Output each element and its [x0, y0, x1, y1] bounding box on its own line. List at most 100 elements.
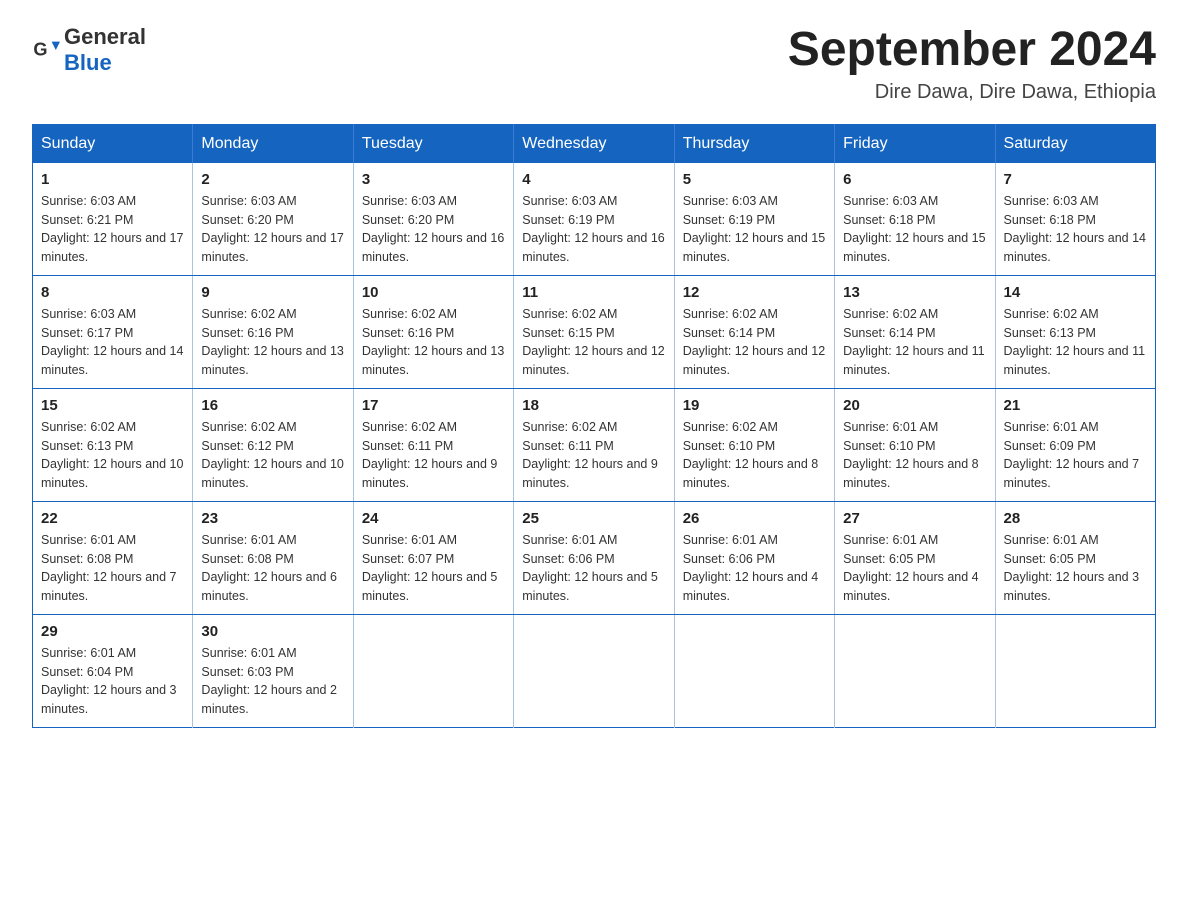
- day-number: 12: [683, 284, 826, 301]
- day-info: Sunrise: 6:03 AMSunset: 6:20 PMDaylight:…: [201, 192, 344, 267]
- day-info: Sunrise: 6:02 AMSunset: 6:11 PMDaylight:…: [522, 418, 665, 493]
- weekday-header: Tuesday: [353, 124, 513, 163]
- day-number: 28: [1004, 510, 1147, 527]
- calendar-cell: 23 Sunrise: 6:01 AMSunset: 6:08 PMDayligh…: [193, 501, 353, 614]
- calendar-cell: 26 Sunrise: 6:01 AMSunset: 6:06 PMDayligh…: [674, 501, 834, 614]
- day-number: 6: [843, 171, 986, 188]
- day-info: Sunrise: 6:03 AMSunset: 6:19 PMDaylight:…: [683, 192, 826, 267]
- calendar-cell: 10Sunrise: 6:02 AMSunset: 6:16 PMDayligh…: [353, 275, 513, 388]
- day-number: 9: [201, 284, 344, 301]
- calendar-week-row: 29 Sunrise: 6:01 AMSunset: 6:04 PMDayligh…: [33, 614, 1156, 727]
- calendar-cell: [835, 614, 995, 727]
- calendar-cell: [353, 614, 513, 727]
- calendar-cell: 22Sunrise: 6:01 AMSunset: 6:08 PMDayligh…: [33, 501, 193, 614]
- calendar-cell: [674, 614, 834, 727]
- weekday-header: Saturday: [995, 124, 1155, 163]
- calendar-cell: 6 Sunrise: 6:03 AMSunset: 6:18 PMDaylight…: [835, 163, 995, 276]
- day-number: 22: [41, 510, 184, 527]
- calendar-week-row: 22 Sunrise: 6:01 AMSunset: 6:08 PMDayligh…: [33, 501, 1156, 614]
- day-number: 11: [522, 284, 665, 301]
- calendar-cell: 9 Sunrise: 6:02 AMSunset: 6:16 PMDaylight…: [193, 275, 353, 388]
- calendar-cell: 21Sunrise: 6:01 AMSunset: 6:09 PMDayligh…: [995, 388, 1155, 501]
- calendar-cell: 5Sunrise: 6:03 AMSunset: 6:19 PMDaylight…: [674, 163, 834, 276]
- day-info: Sunrise: 6:03 AMSunset: 6:20 PMDaylight:…: [362, 192, 505, 267]
- day-number: 13: [843, 284, 986, 301]
- day-number: 25: [522, 510, 665, 527]
- day-number: 2: [201, 171, 344, 188]
- day-number: 15: [41, 397, 184, 414]
- day-number: 3: [362, 171, 505, 188]
- day-number: 20: [843, 397, 986, 414]
- weekday-header: Sunday: [33, 124, 193, 163]
- day-number: 16: [201, 397, 344, 414]
- day-info: Sunrise: 6:02 AMSunset: 6:14 PMDaylight:…: [683, 305, 826, 380]
- calendar-cell: 16 Sunrise: 6:02 AMSunset: 6:12 PMDayligh…: [193, 388, 353, 501]
- weekday-header: Monday: [193, 124, 353, 163]
- calendar-cell: [995, 614, 1155, 727]
- day-number: 18: [522, 397, 665, 414]
- day-info: Sunrise: 6:02 AMSunset: 6:11 PMDaylight:…: [362, 418, 505, 493]
- calendar-cell: 15 Sunrise: 6:02 AMSunset: 6:13 PMDayligh…: [33, 388, 193, 501]
- calendar-cell: [514, 614, 674, 727]
- day-info: Sunrise: 6:02 AMSunset: 6:13 PMDaylight:…: [1004, 305, 1147, 380]
- calendar-cell: 3 Sunrise: 6:03 AMSunset: 6:20 PMDaylight…: [353, 163, 513, 276]
- calendar-cell: 8 Sunrise: 6:03 AMSunset: 6:17 PMDaylight…: [33, 275, 193, 388]
- day-info: Sunrise: 6:02 AMSunset: 6:15 PMDaylight:…: [522, 305, 665, 380]
- calendar-cell: 20Sunrise: 6:01 AMSunset: 6:10 PMDayligh…: [835, 388, 995, 501]
- day-info: Sunrise: 6:01 AMSunset: 6:03 PMDaylight:…: [201, 644, 344, 719]
- calendar-cell: 7 Sunrise: 6:03 AMSunset: 6:18 PMDaylight…: [995, 163, 1155, 276]
- day-info: Sunrise: 6:01 AMSunset: 6:07 PMDaylight:…: [362, 531, 505, 606]
- logo-text-general: General: [64, 24, 146, 49]
- day-number: 30: [201, 623, 344, 640]
- calendar-cell: 12 Sunrise: 6:02 AMSunset: 6:14 PMDayligh…: [674, 275, 834, 388]
- calendar-table: SundayMondayTuesdayWednesdayThursdayFrid…: [32, 124, 1156, 728]
- weekday-header-row: SundayMondayTuesdayWednesdayThursdayFrid…: [33, 124, 1156, 163]
- day-number: 19: [683, 397, 826, 414]
- calendar-cell: 17 Sunrise: 6:02 AMSunset: 6:11 PMDayligh…: [353, 388, 513, 501]
- weekday-header: Thursday: [674, 124, 834, 163]
- day-number: 1: [41, 171, 184, 188]
- calendar-cell: 1 Sunrise: 6:03 AMSunset: 6:21 PMDaylight…: [33, 163, 193, 276]
- day-number: 29: [41, 623, 184, 640]
- day-number: 4: [522, 171, 665, 188]
- day-info: Sunrise: 6:01 AMSunset: 6:05 PMDaylight:…: [1004, 531, 1147, 606]
- day-info: Sunrise: 6:03 AMSunset: 6:18 PMDaylight:…: [1004, 192, 1147, 267]
- day-info: Sunrise: 6:03 AMSunset: 6:17 PMDaylight:…: [41, 305, 184, 380]
- calendar-cell: 18 Sunrise: 6:02 AMSunset: 6:11 PMDayligh…: [514, 388, 674, 501]
- calendar-cell: 25Sunrise: 6:01 AMSunset: 6:06 PMDayligh…: [514, 501, 674, 614]
- month-year-title: September 2024: [788, 24, 1156, 77]
- calendar-cell: 30 Sunrise: 6:01 AMSunset: 6:03 PMDayligh…: [193, 614, 353, 727]
- day-number: 8: [41, 284, 184, 301]
- day-info: Sunrise: 6:02 AMSunset: 6:12 PMDaylight:…: [201, 418, 344, 493]
- day-info: Sunrise: 6:02 AMSunset: 6:16 PMDaylight:…: [201, 305, 344, 380]
- day-number: 27: [843, 510, 986, 527]
- calendar-week-row: 8 Sunrise: 6:03 AMSunset: 6:17 PMDaylight…: [33, 275, 1156, 388]
- calendar-cell: 14 Sunrise: 6:02 AMSunset: 6:13 PMDayligh…: [995, 275, 1155, 388]
- calendar-cell: 13 Sunrise: 6:02 AMSunset: 6:14 PMDayligh…: [835, 275, 995, 388]
- logo-text-blue: Blue: [64, 50, 112, 75]
- title-area: September 2024 Dire Dawa, Dire Dawa, Eth…: [788, 24, 1156, 104]
- day-number: 26: [683, 510, 826, 527]
- weekday-header: Wednesday: [514, 124, 674, 163]
- calendar-cell: 27 Sunrise: 6:01 AMSunset: 6:05 PMDayligh…: [835, 501, 995, 614]
- day-info: Sunrise: 6:02 AMSunset: 6:16 PMDaylight:…: [362, 305, 505, 380]
- calendar-cell: 19Sunrise: 6:02 AMSunset: 6:10 PMDayligh…: [674, 388, 834, 501]
- day-info: Sunrise: 6:02 AMSunset: 6:14 PMDaylight:…: [843, 305, 986, 380]
- day-info: Sunrise: 6:01 AMSunset: 6:09 PMDaylight:…: [1004, 418, 1147, 493]
- day-info: Sunrise: 6:02 AMSunset: 6:13 PMDaylight:…: [41, 418, 184, 493]
- day-number: 7: [1004, 171, 1147, 188]
- calendar-cell: 29 Sunrise: 6:01 AMSunset: 6:04 PMDayligh…: [33, 614, 193, 727]
- day-info: Sunrise: 6:03 AMSunset: 6:18 PMDaylight:…: [843, 192, 986, 267]
- day-number: 14: [1004, 284, 1147, 301]
- day-number: 17: [362, 397, 505, 414]
- day-info: Sunrise: 6:01 AMSunset: 6:06 PMDaylight:…: [683, 531, 826, 606]
- day-number: 23: [201, 510, 344, 527]
- calendar-week-row: 1 Sunrise: 6:03 AMSunset: 6:21 PMDaylight…: [33, 163, 1156, 276]
- day-info: Sunrise: 6:01 AMSunset: 6:08 PMDaylight:…: [201, 531, 344, 606]
- weekday-header: Friday: [835, 124, 995, 163]
- svg-text:G: G: [33, 40, 47, 60]
- day-info: Sunrise: 6:01 AMSunset: 6:04 PMDaylight:…: [41, 644, 184, 719]
- day-info: Sunrise: 6:03 AMSunset: 6:21 PMDaylight:…: [41, 192, 184, 267]
- location-subtitle: Dire Dawa, Dire Dawa, Ethiopia: [788, 81, 1156, 104]
- day-info: Sunrise: 6:01 AMSunset: 6:05 PMDaylight:…: [843, 531, 986, 606]
